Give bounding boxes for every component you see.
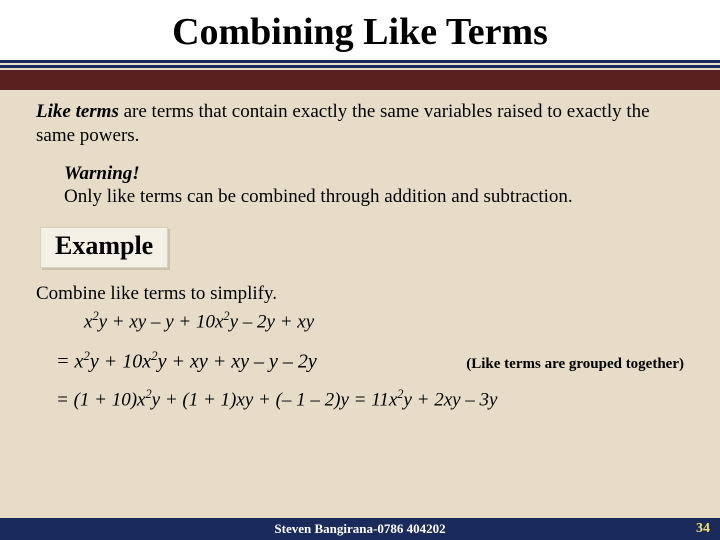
step1-math: = x2y + 10x2y + xy + xy – y – 2y <box>56 348 317 375</box>
warning-body: Only like terms can be combined through … <box>64 185 684 209</box>
spacer <box>0 90 720 100</box>
definition-text: Like terms are terms that contain exactl… <box>36 100 684 148</box>
step1-note: (Like terms are grouped together) <box>466 355 684 374</box>
example-prompt: Combine like terms to simplify. <box>36 282 684 306</box>
expression-original: x2y + xy – y + 10x2y – 2y + xy <box>84 309 684 334</box>
definition-rest: are terms that contain exactly the same … <box>36 101 650 146</box>
slide-title: Combining Like Terms <box>0 10 720 54</box>
content-area: Like terms are terms that contain exactl… <box>0 100 720 412</box>
example-label: Example <box>40 227 168 268</box>
definition-lead: Like terms <box>36 101 119 122</box>
footer-bar: Steven Bangirana-0786 404202 34 <box>0 518 720 540</box>
footer-text: Steven Bangirana-0786 404202 <box>274 521 445 537</box>
color-band <box>0 70 720 90</box>
warning-block: Warning! Only like terms can be combined… <box>64 162 684 210</box>
title-area: Combining Like Terms <box>0 0 720 60</box>
final-line: = (1 + 10)x2y + (1 + 1)xy + (– 1 – 2)y =… <box>56 387 684 412</box>
page-number: 34 <box>696 521 710 537</box>
title-rule <box>0 60 720 68</box>
step-row-1: = x2y + 10x2y + xy + xy – y – 2y (Like t… <box>56 348 684 375</box>
slide: Combining Like Terms Like terms are term… <box>0 0 720 540</box>
warning-heading: Warning! <box>64 162 684 186</box>
